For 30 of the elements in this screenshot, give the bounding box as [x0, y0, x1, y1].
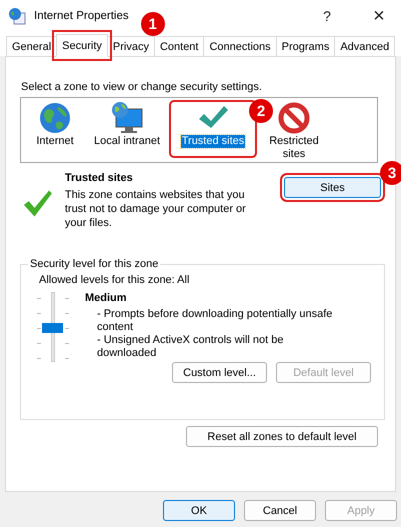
tab[interactable]: Advanced [334, 36, 396, 56]
globe-icon [38, 101, 72, 135]
allowed-levels: Allowed levels for this zone: All [39, 274, 190, 286]
level-button[interactable]: Custom level... [172, 362, 267, 383]
zone-item[interactable]: Trusted sites [180, 135, 246, 148]
zone-prompt: Select a zone to view or change security settings. [20, 81, 263, 93]
blocked-icon [277, 101, 311, 135]
globe-icon [8, 7, 26, 25]
zone-item[interactable]: Local intranet [92, 135, 162, 148]
step-badge: 1 [140, 12, 165, 36]
zone-title: Trusted sites [64, 172, 134, 184]
window-title: Internet Properties [34, 10, 129, 22]
monitor-globe-icon [110, 101, 144, 135]
level-description: - Unsigned ActiveX controls will not be downloaded [96, 334, 284, 360]
zone-item[interactable]: Internet [35, 135, 75, 148]
dialog-button[interactable]: Cancel [244, 500, 316, 521]
help-button[interactable]: ? [305, 0, 349, 32]
group-legend: Security level for this zone [28, 258, 160, 270]
reset-button[interactable]: Reset all zones to default level [186, 426, 378, 447]
level-name: Medium [85, 292, 128, 305]
tab[interactable]: General [6, 36, 58, 56]
dialog-button[interactable]: OK [163, 500, 235, 521]
slider-thumb[interactable] [42, 323, 63, 333]
checkmark-icon [22, 188, 53, 218]
level-description: - Prompts before downloading potentially unsafe content [96, 308, 334, 334]
step-badge: 2 [249, 99, 273, 123]
close-button[interactable]: × [357, 0, 401, 32]
step-badge: 3 [380, 161, 401, 185]
zone-item[interactable]: Restricted sites [259, 135, 329, 161]
zone-description: This zone contains websites that you trust not to damage your computer or your files. [64, 188, 247, 230]
